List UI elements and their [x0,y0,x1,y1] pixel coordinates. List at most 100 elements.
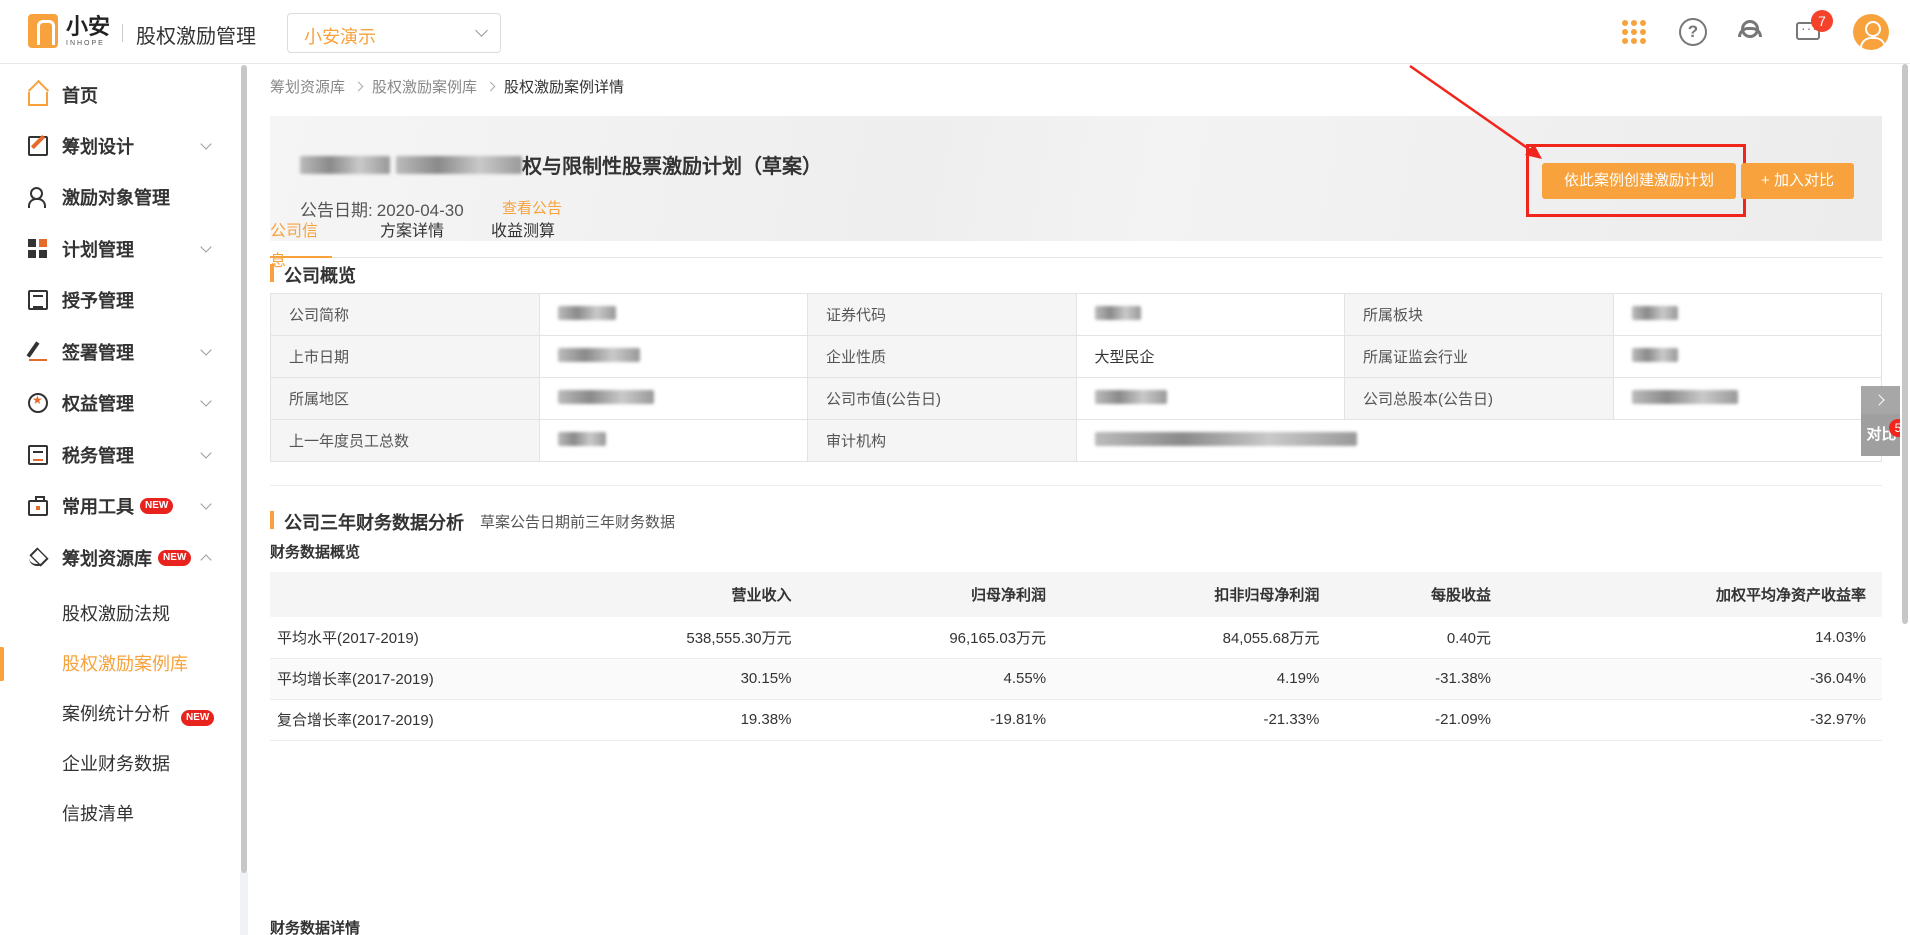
sidebar-subitem-case-library[interactable]: 股权激励案例库 [0,639,240,689]
top-bar: 小安 INHOPE 股权激励管理 小安演示 ? 7 [0,0,1910,64]
table-cell: 84,055.68万元 [1062,617,1336,659]
breadcrumb-item[interactable]: 股权激励案例库 [372,76,477,97]
sidebar-item-label: 签署管理 [62,343,134,363]
column-header: 加权平均净资产收益率 [1507,572,1882,617]
table-row: 上市日期 企业性质 大型民企 所属证监会行业 [270,335,1882,378]
redacted-text [1631,305,1678,320]
field-label: 上一年度员工总数 [270,419,540,462]
redacted-text [557,347,640,362]
brand-logo[interactable]: 小安 INHOPE [28,14,110,48]
apps-grid-icon[interactable] [1620,18,1648,46]
field-value [538,293,808,336]
table-row: 平均水平(2017-2019) 538,555.30万元 96,165.03万元… [270,617,1882,659]
detail-tabs: 公司信息 方案详情 收益测算 [270,217,1882,270]
field-label: 公司总股本(公告日) [1344,377,1614,420]
case-title: 权与限制性股票激励计划（草案） [300,150,822,179]
field-label: 公司简称 [270,293,540,336]
finance-details-label: 财务数据详情 [270,920,361,935]
row-label: 平均增长率(2017-2019) [270,658,534,700]
table-cell: 0.40元 [1335,617,1508,659]
sidebar-subitem-financial-data[interactable]: 企业财务数据 [0,739,240,789]
sidebar-subitem-disclosure-list[interactable]: 信披清单 [0,789,240,839]
chevron-down-icon [475,24,488,37]
redacted-text [557,305,616,320]
field-label: 公司市值(公告日) [807,377,1077,420]
row-label: 平均水平(2017-2019) [270,617,534,659]
breadcrumb-item[interactable]: 筹划资源库 [270,76,345,97]
finance-overview-label: 财务数据概览 [270,544,361,561]
field-value [1612,335,1882,378]
table-cell: -19.81% [807,699,1063,741]
section-title-finance: 公司三年财务数据分析 [270,509,464,535]
table-row: 公司简称 证券代码 所属板块 [270,293,1882,336]
column-header: 归母净利润 [807,572,1063,617]
redacted-text [1631,389,1738,404]
table-cell: 30.15% [534,658,808,700]
table-row: 平均增长率(2017-2019) 30.15% 4.55% 4.19% -31.… [270,658,1882,700]
column-header: 每股收益 [1335,572,1508,617]
scrollbar-thumb[interactable] [1902,64,1908,624]
table-cell: 96,165.03万元 [807,617,1063,659]
table-cell: -21.33% [1062,699,1336,741]
toolbox-icon [28,496,48,516]
chevron-down-icon [200,447,212,459]
company-overview-table: 公司简称 证券代码 所属板块 上市日期 企业性质 大型民企 所属证监会行业 所属… [270,293,1882,462]
table-cell: -32.97% [1507,699,1882,741]
table-row: 所属地区 公司市值(公告日) 公司总股本(公告日) [270,377,1882,420]
chevron-down-icon [200,395,212,407]
new-badge: NEW [158,550,192,566]
chevron-down-icon [200,138,212,150]
scrollbar-thumb[interactable] [241,65,247,873]
finance-overview-table: 营业收入 归母净利润 扣非归母净利润 每股收益 加权平均净资产收益率 平均水平(… [270,572,1882,741]
sidebar-item-label: 税务管理 [62,446,134,466]
sidebar-scrollbar[interactable] [240,64,248,873]
redacted-text [300,155,390,174]
case-title-text: 权与限制性股票激励计划（草案） [522,156,822,178]
divider [270,485,1882,486]
field-label: 所属板块 [1344,293,1614,336]
sidebar-item-label: 权益管理 [62,394,134,414]
sidebar-subitem-regulations[interactable]: 股权激励法规 [0,589,240,639]
row-label: 复合增长率(2017-2019) [270,699,534,741]
chevron-down-icon [200,344,212,356]
sidebar-subitem-case-statistics[interactable]: 案例统计分析 NEW [0,689,240,739]
logo-icon [28,14,58,48]
field-value [538,335,808,378]
tab-plan-details[interactable]: 方案详情 [380,217,444,258]
table-cell: 4.55% [807,658,1063,700]
table-cell: 14.03% [1507,617,1882,659]
sidebar-item-label: 首页 [62,86,98,106]
breadcrumb-current: 股权激励案例详情 [504,79,625,96]
chevron-down-icon [200,498,212,510]
help-icon[interactable]: ? [1679,18,1707,46]
section-title-overview: 公司概览 [270,262,356,288]
org-select[interactable]: 小安演示 [287,13,501,53]
table-cell: 538,555.30万元 [534,617,808,659]
sidebar-item-label: 案例统计分析 [62,704,170,724]
plan-grid-icon [28,239,48,259]
user-avatar[interactable] [1853,14,1889,50]
table-cell: -36.04% [1507,658,1882,700]
field-value [1075,293,1345,336]
layers-icon [28,548,48,568]
chevron-up-icon [200,554,212,566]
sidebar-item-resources[interactable]: 筹划资源库 NEW [0,527,240,589]
chevron-right-icon[interactable] [1861,386,1902,414]
tab-company-info[interactable]: 公司信息 [270,217,332,270]
view-announcement-link[interactable]: 查看公告 [502,197,562,218]
sidebar: 首页 筹划设计 激励对象管理 计划管理 授予管理 签署管理 权益管理 税务管理 … [0,64,240,935]
field-value [538,377,808,420]
add-to-compare-button[interactable]: + 加入对比 [1741,163,1854,199]
redacted-text [1094,431,1357,446]
people-icon [28,187,48,208]
chevron-down-icon [200,241,212,253]
sidebar-item-label: 筹划设计 [62,137,134,157]
document-icon [28,290,48,310]
tab-income-calc[interactable]: 收益测算 [491,217,555,258]
field-label: 证券代码 [807,293,1077,336]
main-scrollbar[interactable] [1900,64,1910,935]
home-icon [28,92,48,106]
create-plan-from-case-button[interactable]: 依此案例创建激励计划 [1542,163,1736,199]
field-value [1612,377,1882,420]
customer-service-icon[interactable] [1736,18,1764,46]
